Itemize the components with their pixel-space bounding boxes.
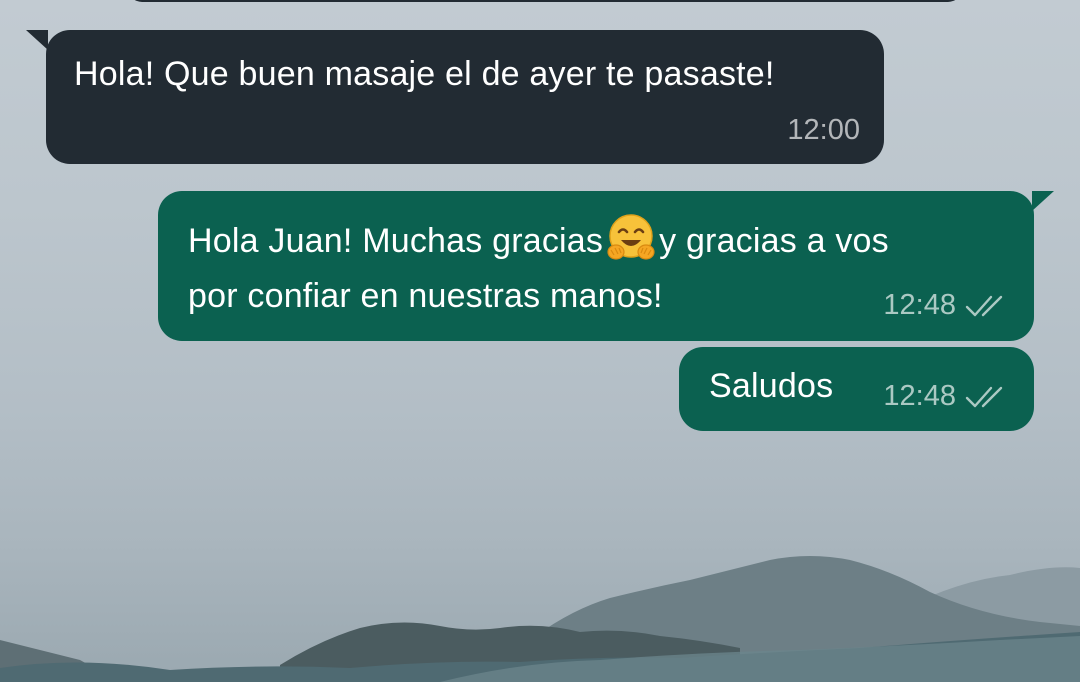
message-meta: 12:00 [787, 114, 860, 147]
read-double-check-icon [965, 386, 1003, 407]
incoming-message-bubble[interactable]: Hola! Que buen masaje el de ayer te pasa… [26, 30, 884, 164]
message-time: 12:48 [883, 380, 956, 412]
outgoing-bubble-tail [1032, 191, 1054, 211]
message-text-segment: y gracias a vos [659, 222, 889, 260]
message-text: Saludos [709, 367, 834, 405]
outgoing-message-bubble[interactable]: Saludos 12:48 [679, 347, 1034, 431]
hugging-face-emoji [607, 214, 655, 260]
message-meta: 12:48 [883, 380, 1010, 413]
message-time: 12:00 [787, 114, 860, 146]
message-text: Hola! Que buen masaje el de ayer te pasa… [74, 55, 775, 93]
message-meta: 12:48 [883, 289, 1010, 322]
outgoing-message-bubble[interactable]: Hola Juan! Muchas gracias y gracias a vo… [158, 191, 1054, 341]
previous-message-bubble-edge [128, 0, 962, 2]
read-double-check-icon [965, 295, 1003, 316]
incoming-bubble-tail [26, 30, 48, 50]
message-text-line-1: Hola Juan! Muchas gracias y gracias a vo… [188, 212, 889, 269]
message-text-line-2: por confiar en nuestras manos! [188, 277, 663, 315]
message-time: 12:48 [883, 289, 956, 321]
message-text-segment: Hola Juan! Muchas gracias [188, 222, 604, 260]
